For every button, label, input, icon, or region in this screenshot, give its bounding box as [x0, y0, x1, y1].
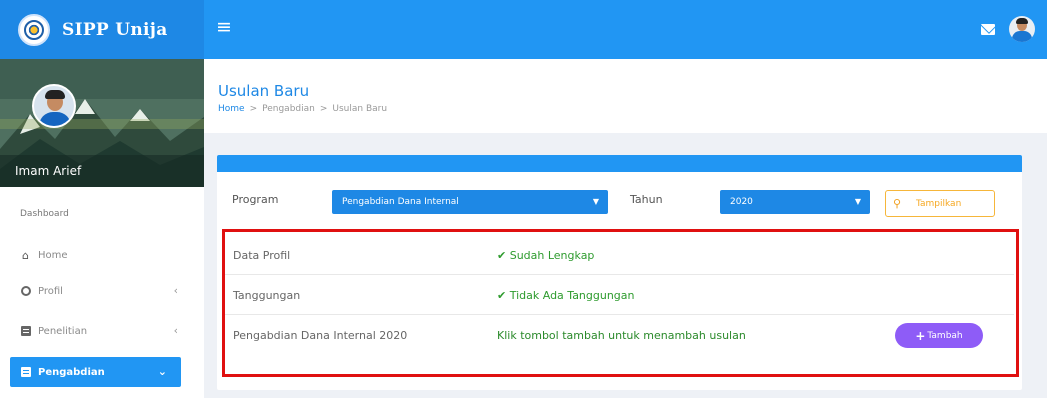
tahun-select[interactable]: 2020 ▼	[720, 190, 870, 214]
chevron-left-icon: ‹	[173, 324, 178, 337]
topbar: ≡	[204, 0, 1047, 59]
sidebar-item-pengabdian[interactable]: Pengabdian ⌄	[10, 357, 181, 387]
user-circle-icon	[20, 286, 31, 297]
tampilkan-button[interactable]: ⚲ Tampilkan	[885, 190, 995, 217]
program-label: Program	[232, 193, 279, 206]
document-icon	[20, 367, 31, 378]
caret-down-icon: ▼	[592, 197, 599, 206]
document-icon	[20, 326, 31, 337]
user-avatar[interactable]	[1009, 16, 1035, 42]
sidebar-item-label: Pengabdian	[38, 366, 105, 378]
breadcrumb-pengabdian[interactable]: Pengabdian	[262, 104, 315, 114]
sidebar-heading: Dashboard	[20, 209, 69, 219]
breadcrumb-separator: >	[319, 104, 328, 114]
page-title: Usulan Baru	[218, 82, 310, 100]
tampilkan-label: Tampilkan	[916, 198, 962, 209]
user-name: Imam Arief	[0, 155, 204, 187]
university-logo-icon	[18, 13, 50, 46]
home-icon: ⌂	[22, 248, 29, 262]
sidebar-item-home[interactable]: ⌂ Home	[0, 240, 204, 270]
mail-icon[interactable]	[981, 24, 995, 35]
sidebar-item-label: Home	[38, 249, 68, 261]
breadcrumb-current: Usulan Baru	[332, 104, 388, 114]
breadcrumb-home[interactable]: Home	[218, 104, 245, 114]
sidebar-item-label: Profil	[38, 285, 63, 297]
breadcrumb-separator: >	[249, 104, 258, 114]
program-select-value: Pengabdian Dana Internal	[342, 197, 459, 207]
tahun-select-value: 2020	[730, 197, 753, 207]
app-title: SIPP Unija	[62, 19, 168, 40]
search-icon: ⚲	[892, 197, 902, 210]
tahun-label: Tahun	[630, 193, 663, 206]
program-select[interactable]: Pengabdian Dana Internal ▼	[332, 190, 608, 214]
sidebar: Imam Arief Dashboard ⌂ Home Profil ‹ Pen…	[0, 59, 204, 398]
sidebar-item-label: Penelitian	[38, 325, 88, 337]
highlight-box	[222, 229, 1019, 377]
chevron-down-icon: ⌄	[157, 365, 167, 378]
filter-form: Program Pengabdian Dana Internal ▼ Tahun…	[217, 172, 1022, 222]
hamburger-icon[interactable]: ≡	[216, 17, 232, 37]
breadcrumb: Home > Pengabdian > Usulan Baru	[218, 104, 387, 114]
profile-banner: Imam Arief	[0, 59, 204, 187]
card-header-bar	[217, 155, 1022, 172]
profile-avatar	[32, 84, 76, 128]
caret-down-icon: ▼	[854, 197, 861, 206]
sidebar-item-penelitian[interactable]: Penelitian ‹	[0, 316, 204, 346]
sidebar-item-profil[interactable]: Profil ‹	[0, 276, 204, 306]
brand[interactable]: SIPP Unija	[0, 0, 204, 59]
page-header: Usulan Baru Home > Pengabdian > Usulan B…	[204, 59, 1047, 133]
chevron-left-icon: ‹	[173, 284, 178, 297]
